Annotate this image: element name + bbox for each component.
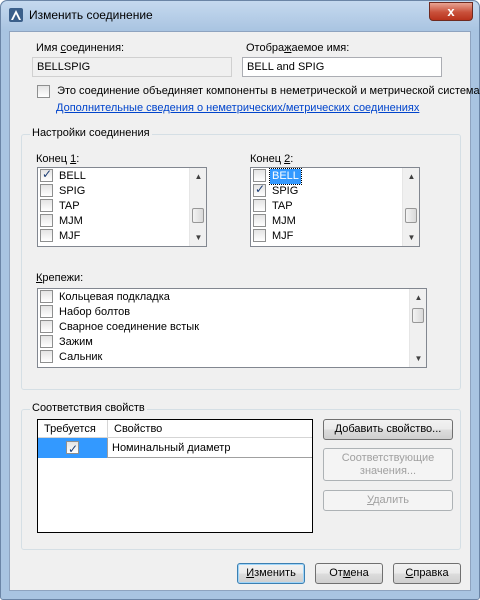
delete-property-button[interactable]: Удалить: [323, 490, 453, 511]
item-label: SPIG: [272, 185, 299, 197]
item-checkbox[interactable]: [253, 228, 266, 242]
list-item[interactable]: Зажим: [40, 334, 95, 350]
dialog-client-area: Имя соединения: BELLSPIG Отображаемое им…: [9, 31, 480, 591]
connection-name-label: Имя соединения:: [36, 42, 125, 54]
item-checkbox[interactable]: [40, 228, 53, 242]
scroll-up-icon[interactable]: ▲: [403, 168, 419, 185]
cancel-button[interactable]: Отмена: [315, 563, 383, 584]
item-label: TAP: [272, 200, 293, 212]
end2-label: Конец 2:: [250, 153, 294, 165]
list-item[interactable]: SPIG: [40, 183, 87, 199]
dialog-window: Изменить соединение x Имя соединения: BE…: [0, 0, 480, 600]
item-checkbox[interactable]: [253, 198, 266, 212]
property-row[interactable]: Номинальный диаметр: [38, 438, 312, 459]
fasteners-scroll-thumb[interactable]: [412, 308, 424, 323]
end2-scroll-thumb[interactable]: [405, 208, 417, 223]
required-checkbox[interactable]: [66, 439, 79, 459]
property-mappings-title: Соответствия свойств: [30, 402, 147, 414]
item-checkbox[interactable]: [40, 349, 53, 363]
item-label: Кольцевая подкладка: [59, 291, 170, 303]
scroll-down-icon[interactable]: ▼: [190, 229, 206, 246]
item-checkbox[interactable]: [40, 198, 53, 212]
mixed-units-checkbox[interactable]: [37, 85, 50, 98]
list-item[interactable]: Набор болтов: [40, 304, 132, 320]
item-label: MJM: [59, 215, 83, 227]
end1-list[interactable]: BELL SPIG TAP MJM MJF ▲ ▼: [37, 167, 207, 247]
item-checkbox[interactable]: [40, 168, 53, 182]
end2-list[interactable]: BELLSPIG TAP MJM MJF ▲ ▼: [250, 167, 420, 247]
scroll-down-icon[interactable]: ▼: [410, 350, 426, 367]
list-item[interactable]: TAP: [253, 198, 295, 214]
display-name-field[interactable]: BELL and SPIG: [242, 57, 442, 77]
units-info-link[interactable]: Дополнительные сведения о неметрических/…: [56, 102, 419, 114]
property-name-cell[interactable]: Номинальный диаметр: [108, 438, 312, 458]
matching-values-button[interactable]: Соответствующие значения...: [323, 448, 453, 481]
item-checkbox[interactable]: [40, 289, 53, 303]
item-checkbox[interactable]: [253, 182, 266, 197]
fasteners-scrollbar[interactable]: ▲ ▼: [409, 289, 426, 367]
required-cell[interactable]: [38, 438, 108, 459]
matching-values-line1: Соответствующие: [341, 452, 435, 464]
title-bar[interactable]: Изменить соединение x: [1, 1, 479, 31]
item-label: SPIG: [59, 185, 86, 197]
item-checkbox[interactable]: [253, 168, 266, 182]
column-header-required[interactable]: Требуется: [38, 420, 108, 438]
end1-scroll-thumb[interactable]: [192, 208, 204, 223]
connection-name-field: BELLSPIG: [32, 57, 232, 77]
item-label: Набор болтов: [59, 306, 131, 318]
item-checkbox[interactable]: [40, 319, 53, 333]
fasteners-list[interactable]: Кольцевая подкладка Набор болтов Сварное с…: [37, 288, 427, 368]
list-item[interactable]: MJF: [40, 228, 82, 244]
item-checkbox[interactable]: [40, 213, 53, 227]
item-label: MJF: [59, 230, 81, 242]
scroll-up-icon[interactable]: ▲: [190, 168, 206, 185]
item-label: TAP: [59, 200, 80, 212]
item-label: Зажим: [59, 336, 93, 348]
list-item[interactable]: Сварное соединение встык: [40, 319, 201, 335]
matching-values-line2: значения...: [359, 465, 417, 477]
list-item[interactable]: SPIG: [253, 182, 300, 199]
end1-scrollbar[interactable]: ▲ ▼: [189, 168, 206, 246]
fasteners-label: Крепежи:: [36, 272, 84, 284]
close-icon: x: [447, 4, 455, 19]
property-grid-header: Требуется Свойство: [38, 420, 312, 438]
item-label: Сварное соединение встык: [59, 321, 200, 333]
list-item[interactable]: Кольцевая подкладка: [40, 289, 172, 305]
item-checkbox[interactable]: [40, 183, 53, 197]
end2-scrollbar[interactable]: ▲ ▼: [402, 168, 419, 246]
property-grid[interactable]: Требуется Свойство Номинальный диаметр: [37, 419, 313, 533]
list-item[interactable]: MJM: [40, 213, 85, 229]
list-item[interactable]: TAP: [40, 198, 82, 214]
column-header-property[interactable]: Свойство: [108, 420, 312, 438]
modify-button[interactable]: Изменить: [237, 563, 305, 584]
item-checkbox[interactable]: [253, 213, 266, 227]
item-label: Сальник: [59, 351, 103, 363]
autocad-app-icon: [9, 8, 23, 22]
help-button[interactable]: Справка: [393, 563, 461, 584]
mixed-units-label: Это соединение объединяет компоненты в н…: [57, 85, 480, 98]
list-item[interactable]: BELL: [40, 168, 88, 184]
mixed-units-option[interactable]: Это соединение объединяет компоненты в н…: [37, 85, 480, 98]
scroll-up-icon[interactable]: ▲: [410, 289, 426, 306]
item-label: BELL: [59, 170, 86, 182]
list-item[interactable]: Сальник: [40, 349, 104, 365]
item-checkbox[interactable]: [40, 304, 53, 318]
close-button[interactable]: x: [429, 2, 473, 21]
add-property-button[interactable]: Добавить свойство...: [323, 419, 453, 440]
item-label: MJF: [272, 230, 294, 242]
list-item[interactable]: MJF: [253, 228, 295, 244]
scroll-down-icon[interactable]: ▼: [403, 229, 419, 246]
end1-label: Конец 1:: [36, 153, 80, 165]
item-checkbox[interactable]: [40, 334, 53, 348]
connection-settings-title: Настройки соединения: [30, 127, 152, 139]
window-title: Изменить соединение: [29, 8, 153, 22]
display-name-label: Отображаемое имя:: [246, 42, 350, 54]
item-label: MJM: [272, 215, 296, 227]
item-label: BELL: [269, 168, 302, 185]
list-item[interactable]: MJM: [253, 213, 298, 229]
